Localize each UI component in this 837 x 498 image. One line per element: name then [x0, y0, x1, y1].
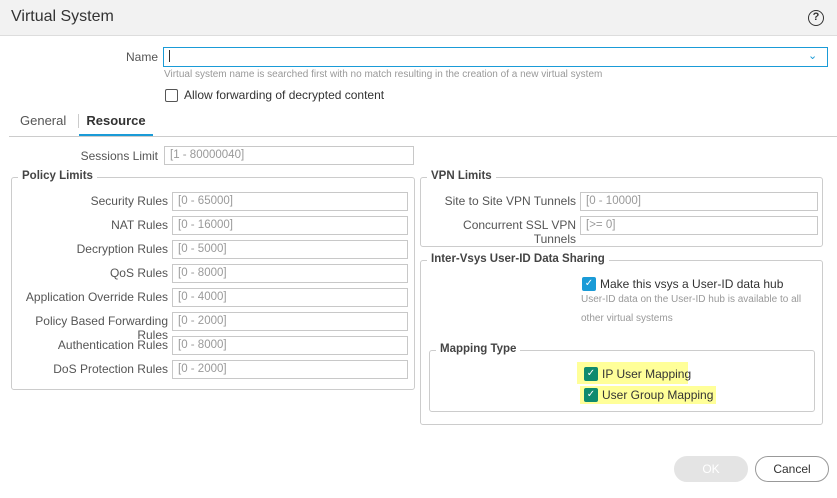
tab-resource[interactable]: Resource — [79, 113, 153, 136]
name-input[interactable] — [163, 47, 828, 67]
name-label: Name — [125, 50, 158, 64]
user-group-mapping-label: User Group Mapping — [602, 388, 714, 402]
chevron-down-icon[interactable]: ⌄ — [808, 49, 817, 62]
policy-row-input[interactable]: [0 - 4000] — [172, 288, 408, 307]
policy-row-label: NAT Rules — [111, 218, 168, 232]
vpn-limits-title: VPN Limits — [427, 170, 496, 182]
policy-row-label: Application Override Rules — [25, 290, 168, 304]
mapping-type-title: Mapping Type — [436, 343, 521, 355]
policy-row-label: Security Rules — [90, 194, 168, 208]
vpn-row-input[interactable]: [>= 0] — [580, 216, 818, 235]
vpn-row-label: Concurrent SSL VPN Tunnels — [463, 218, 576, 246]
policy-row-input[interactable]: [0 - 65000] — [172, 192, 408, 211]
dialog-title: Virtual System — [11, 8, 114, 25]
ip-user-mapping-label: IP User Mapping — [602, 367, 692, 381]
ok-button[interactable]: OK — [674, 456, 748, 482]
user-id-hub-label: Make this vsys a User-ID data hub — [600, 277, 784, 291]
policy-row-label: Decryption Rules — [76, 242, 168, 256]
policy-row-input[interactable]: [0 - 16000] — [172, 216, 408, 235]
cancel-button[interactable]: Cancel — [755, 456, 829, 482]
tab-underline — [9, 136, 837, 137]
vpn-row-label: Site to Site VPN Tunnels — [444, 194, 576, 208]
policy-row-input[interactable]: [0 - 8000] — [172, 264, 408, 283]
user-id-hub-checkbox[interactable]: ✓ — [582, 277, 596, 291]
sessions-limit-input[interactable]: [1 - 80000040] — [164, 146, 414, 165]
user-id-hub-help-2: other virtual systems — [581, 313, 673, 324]
policy-row-input[interactable]: [0 - 2000] — [172, 312, 408, 331]
help-icon[interactable]: ? — [808, 10, 824, 26]
user-id-hub-help-1: User-ID data on the User-ID hub is avail… — [581, 294, 802, 305]
inter-vsys-title: Inter-Vsys User-ID Data Sharing — [427, 253, 609, 265]
vpn-row-input[interactable]: [0 - 10000] — [580, 192, 818, 211]
policy-row-label: DoS Protection Rules — [53, 362, 168, 376]
policy-row-label: Authentication Rules — [57, 338, 168, 352]
title-bar — [0, 0, 837, 36]
user-group-mapping-checkbox[interactable]: ✓ — [584, 388, 598, 402]
policy-row-label: QoS Rules — [109, 266, 168, 280]
tab-general[interactable]: General — [20, 113, 66, 128]
allow-forwarding-label: Allow forwarding of decrypted content — [184, 88, 385, 102]
allow-forwarding-checkbox[interactable] — [165, 89, 178, 102]
policy-limits-title: Policy Limits — [18, 170, 97, 182]
ip-user-mapping-checkbox[interactable]: ✓ — [584, 367, 598, 381]
policy-row-input[interactable]: [0 - 2000] — [172, 360, 408, 379]
sessions-limit-label: Sessions Limit — [80, 149, 158, 163]
policy-row-input[interactable]: [0 - 5000] — [172, 240, 408, 259]
name-help-text: Virtual system name is searched first wi… — [164, 69, 603, 80]
policy-row-input[interactable]: [0 - 8000] — [172, 336, 408, 355]
